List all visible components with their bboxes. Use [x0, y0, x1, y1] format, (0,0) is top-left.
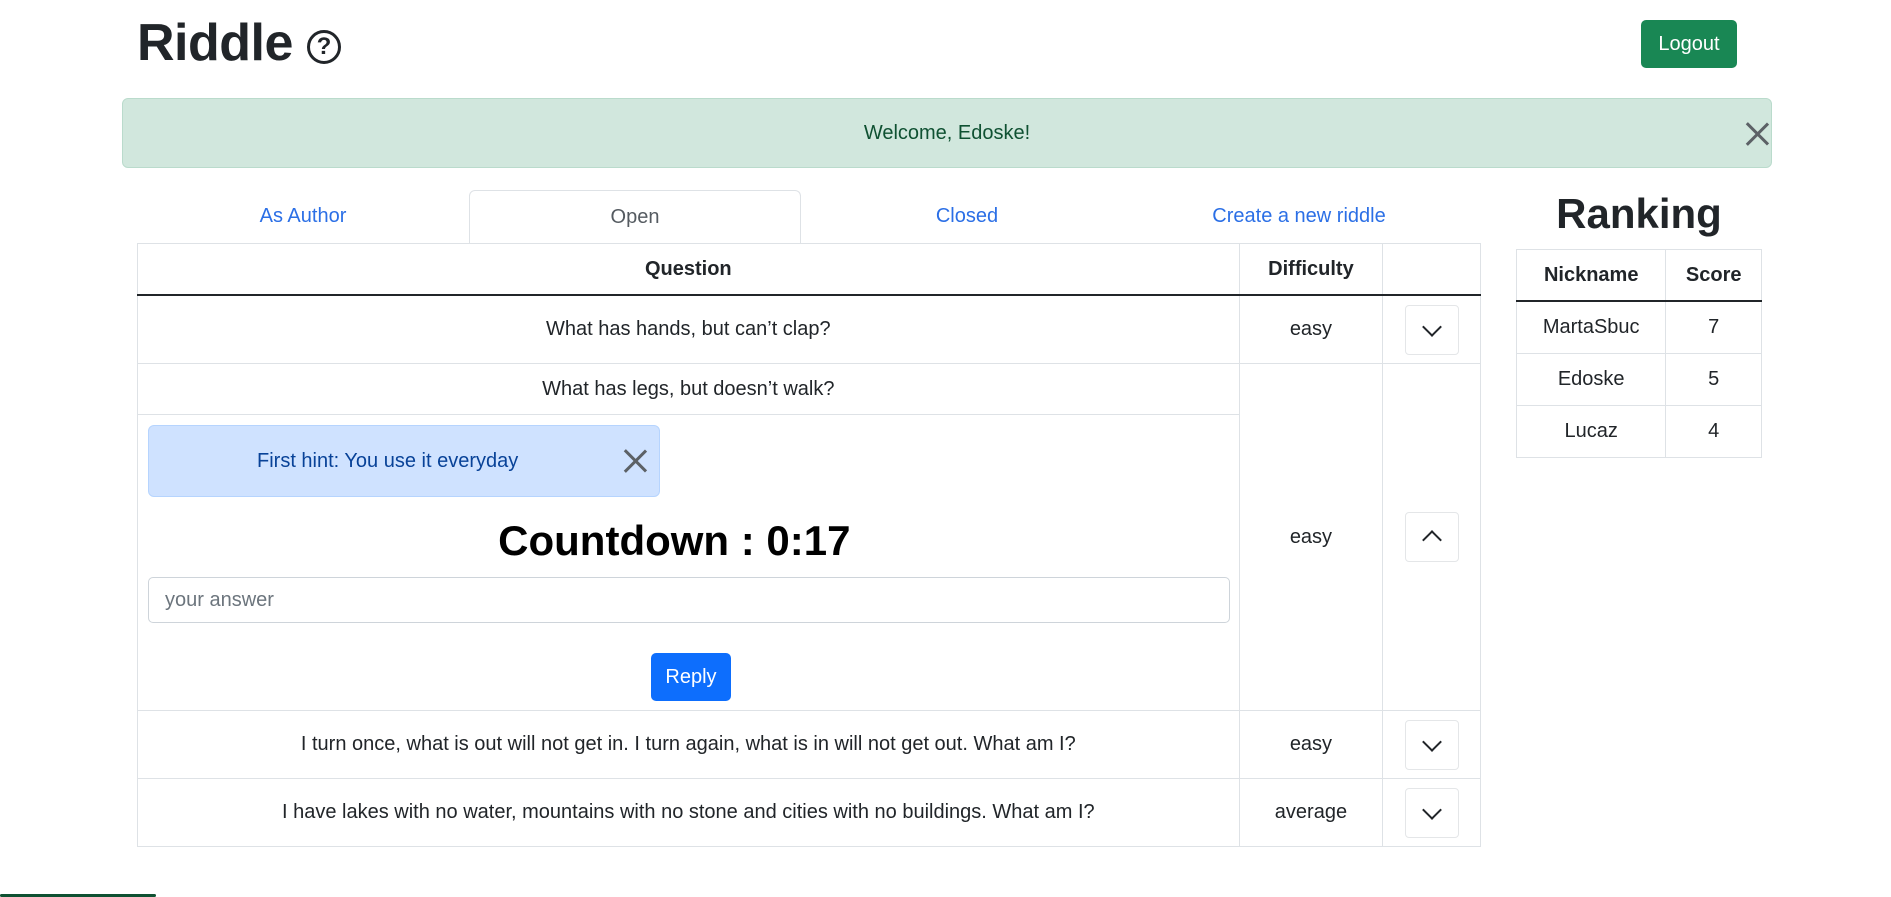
table-row: I have lakes with no water, mountains wi…	[137, 778, 1481, 847]
ranking-header-row: Nickname Score	[1515, 249, 1762, 302]
question-circle-icon[interactable]: ?	[306, 30, 341, 64]
expand-button[interactable]	[1404, 719, 1459, 770]
score-header: Score	[1665, 249, 1762, 302]
nickname-header: Nickname	[1515, 249, 1667, 302]
expand-button[interactable]	[1404, 787, 1459, 838]
action-header	[1382, 243, 1481, 296]
hint-alert: First hint: You use it everyday	[148, 425, 660, 497]
tab-open[interactable]: Open	[469, 190, 801, 243]
table-row: I turn once, what is out will not get in…	[137, 710, 1481, 779]
ranking-table: Nickname Score MartaSbuc 7 Edoske 5 Luca…	[1515, 249, 1762, 458]
chevron-down-icon	[1421, 316, 1442, 337]
hint-text: First hint: You use it everyday	[257, 449, 519, 472]
welcome-alert: Welcome, Edoske!	[122, 98, 1772, 168]
question-cell: What has hands, but can’t clap?	[137, 294, 1240, 364]
welcome-message: Welcome, Edoske!	[863, 121, 1031, 144]
chevron-down-icon	[1421, 799, 1442, 820]
countdown-timer: Countdown : 0:17	[498, 517, 851, 564]
question-cell: What has legs, but doesn’t walk?	[138, 364, 1239, 415]
close-icon[interactable]	[1744, 121, 1770, 147]
collapse-button[interactable]	[1404, 512, 1459, 562]
logout-button[interactable]: Logout	[1641, 20, 1737, 68]
table-row-expanded: What has legs, but doesn’t walk? First h…	[137, 363, 1481, 711]
score-cell: 7	[1665, 300, 1762, 354]
score-cell: 4	[1665, 405, 1762, 458]
answer-panel: First hint: You use it everyday Countdow…	[138, 415, 1239, 710]
question-cell: I have lakes with no water, mountains wi…	[137, 778, 1240, 847]
difficulty-cell: average	[1238, 778, 1384, 847]
difficulty-cell: easy	[1238, 294, 1384, 364]
answer-input[interactable]	[148, 577, 1230, 623]
tab-create-new-riddle[interactable]: Create a new riddle	[1133, 190, 1465, 243]
question-cell: I turn once, what is out will not get in…	[137, 710, 1240, 779]
expand-button[interactable]	[1404, 304, 1459, 355]
question-header: Question	[137, 243, 1240, 296]
close-icon[interactable]	[622, 448, 648, 474]
difficulty-cell: easy	[1238, 710, 1384, 779]
tab-closed[interactable]: Closed	[801, 190, 1133, 243]
header: Riddle ?	[137, 8, 341, 78]
tab-as-author[interactable]: As Author	[137, 190, 469, 243]
nickname-cell: Lucaz	[1515, 405, 1667, 458]
chevron-down-icon	[1421, 731, 1442, 752]
table-row: What has hands, but can’t clap? easy	[137, 294, 1481, 364]
ranking-row: Lucaz 4	[1515, 405, 1762, 458]
nickname-cell: Edoske	[1515, 353, 1667, 406]
difficulty-header: Difficulty	[1238, 243, 1384, 296]
ranking-row: Edoske 5	[1515, 353, 1762, 406]
nickname-cell: MartaSbuc	[1515, 300, 1667, 354]
ranking-row: MartaSbuc 7	[1515, 300, 1762, 354]
riddles-table: Question Difficulty What has hands, but …	[137, 243, 1481, 847]
score-cell: 5	[1665, 353, 1762, 406]
reply-button[interactable]: Reply	[651, 653, 731, 701]
difficulty-cell: easy	[1238, 363, 1384, 711]
chevron-up-icon	[1421, 530, 1442, 550]
riddle-tabs: As Author Open Closed Create a new riddl…	[137, 190, 1481, 243]
app-title: Riddle	[137, 14, 293, 72]
ranking-title: Ranking	[1556, 190, 1722, 237]
table-header-row: Question Difficulty	[137, 243, 1481, 296]
